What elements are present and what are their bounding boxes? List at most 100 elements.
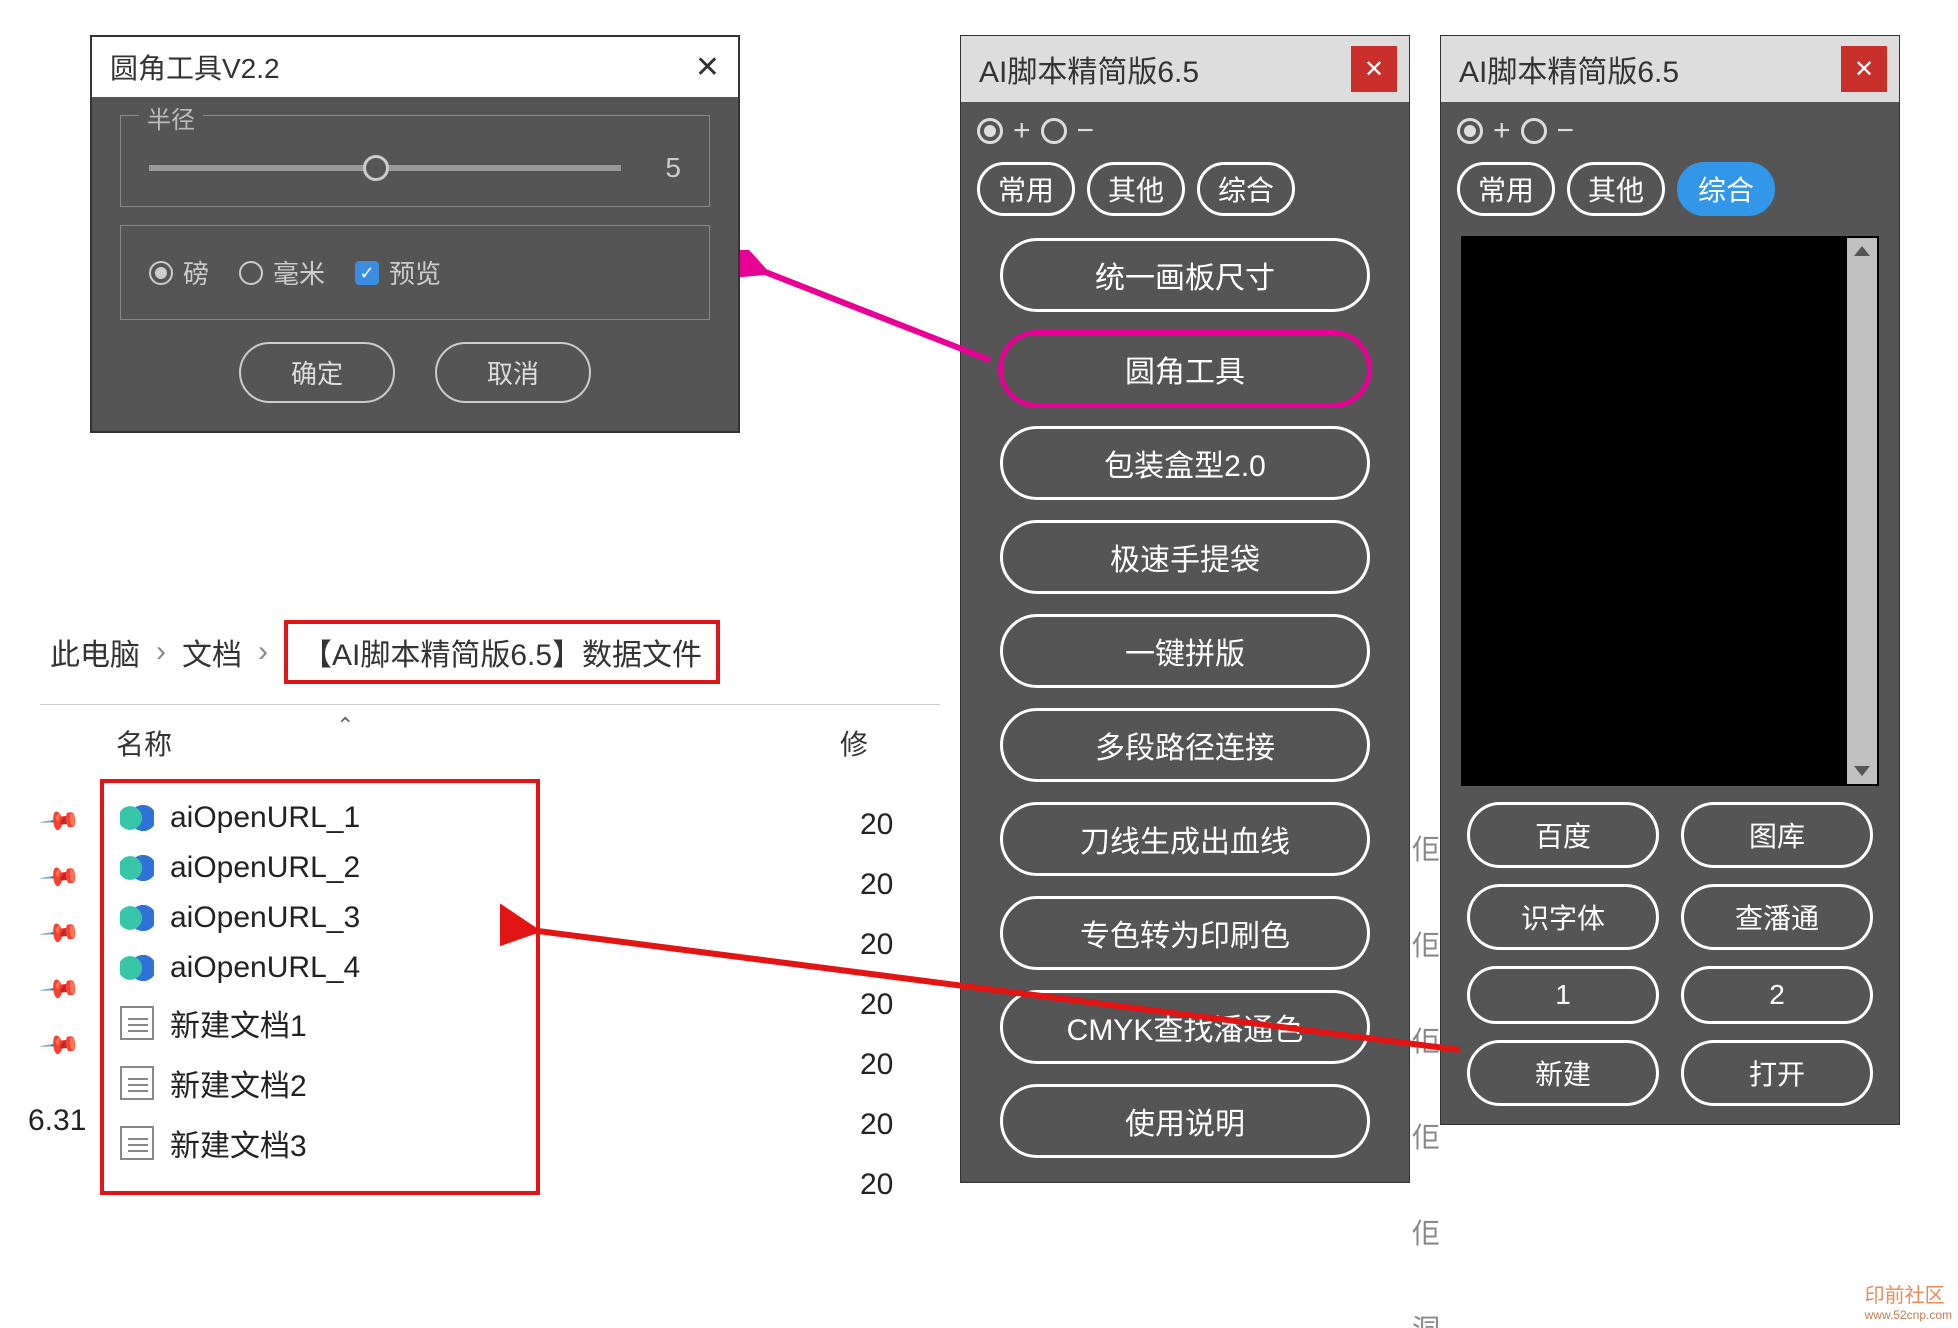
btn-open[interactable]: 打开 [1681,1040,1873,1106]
close-icon[interactable]: ✕ [695,50,720,85]
dialog-title: 圆角工具V2.2 [110,47,280,87]
slider-thumb[interactable] [363,155,389,181]
btn-pantone-lookup[interactable]: 查潘通 [1681,884,1873,950]
script-dieline-bleed[interactable]: 刀线生成出血线 [1000,802,1370,876]
checkbox-preview[interactable]: ✓ 预览 [355,254,441,291]
dialog-titlebar[interactable]: 圆角工具V2.2 ✕ [92,37,738,97]
radius-slider[interactable] [149,165,621,171]
panel-titlebar[interactable]: AI脚本精简版6.5 ✕ [961,36,1409,102]
quick-access-pins: 📌 📌 📌 📌 📌 [46,804,72,1054]
script-fast-bag[interactable]: 极速手提袋 [1000,520,1370,594]
mod-value: 20 [860,1168,893,1202]
tab-other[interactable]: 其他 [1567,162,1665,216]
document-icon [120,1006,154,1040]
panel-title: AI脚本精简版6.5 [979,47,1199,91]
radio-pound-label: 磅 [183,254,209,291]
watermark: 印前社区 www.52cnp.com [1865,1279,1952,1322]
file-explorer: 此电脑 › 文档 › 【AI脚本精简版6.5】数据文件 名称 ⌃ 修 aiOpe… [40,600,940,1195]
file-name: aiOpenURL_4 [170,951,360,985]
options-group: 磅 毫米 ✓ 预览 [120,225,710,320]
chevron-right-icon: › [258,635,268,669]
round-corner-dialog: 圆角工具V2.2 ✕ 半径 5 磅 毫米 [90,35,740,433]
document-icon [120,1066,154,1100]
file-name: aiOpenURL_3 [170,901,360,935]
btn-2[interactable]: 2 [1681,966,1873,1024]
col-modified[interactable]: 修 [840,723,920,763]
pin-icon[interactable]: 📌 [41,799,78,836]
script-box-type[interactable]: 包装盒型2.0 [1000,426,1370,500]
tab-other[interactable]: 其他 [1087,162,1185,216]
crumb-documents[interactable]: 文档 [182,630,242,674]
tab-common[interactable]: 常用 [1457,162,1555,216]
btn-new[interactable]: 新建 [1467,1040,1659,1106]
script-round-corner[interactable]: 圆角工具 [1000,332,1370,406]
mod-value: 20 [860,1108,893,1142]
tab-composite[interactable]: 综合 [1677,162,1775,216]
file-row[interactable]: 新建文档3 [118,1113,522,1173]
crumb-current-folder[interactable]: 【AI脚本精简版6.5】数据文件 [284,620,720,684]
file-list: aiOpenURL_1 aiOpenURL_2 aiOpenURL_3 aiOp… [100,779,540,1195]
tab-composite[interactable]: 综合 [1197,162,1295,216]
file-row[interactable]: aiOpenURL_1 [118,793,522,843]
file-name: 新建文档2 [170,1061,307,1105]
mod-value: 20 [860,1048,893,1082]
file-row[interactable]: 新建文档1 [118,993,522,1053]
watermark-url: www.52cnp.com [1865,1308,1952,1322]
radius-group: 半径 5 [120,115,710,207]
file-row[interactable]: aiOpenURL_4 [118,943,522,993]
breadcrumb: 此电脑 › 文档 › 【AI脚本精简版6.5】数据文件 [40,600,940,704]
toggle-minus-radio[interactable] [1521,118,1547,144]
radius-slider-row: 5 [149,138,681,184]
minus-label: − [1557,114,1575,148]
toggle-plus-radio[interactable] [977,118,1003,144]
script-multi-path-join[interactable]: 多段路径连接 [1000,708,1370,782]
file-row[interactable]: aiOpenURL_3 [118,893,522,943]
edge-shortcut-icon [120,801,154,835]
hint-char: 佢 [1412,1020,1440,1060]
ok-button[interactable]: 确定 [239,342,395,403]
tab-common[interactable]: 常用 [977,162,1075,216]
btn-1[interactable]: 1 [1467,966,1659,1024]
check-icon: ✓ [355,261,379,285]
radio-mm-label: 毫米 [273,254,325,291]
options-row: 磅 毫米 ✓ 预览 [149,248,681,297]
script-manual[interactable]: 使用说明 [1000,1084,1370,1158]
toggle-plus-radio[interactable] [1457,118,1483,144]
close-icon[interactable]: ✕ [1351,46,1397,92]
btn-gallery[interactable]: 图库 [1681,802,1873,868]
col-name-label: 名称 [116,729,172,760]
close-icon[interactable]: ✕ [1841,46,1887,92]
toggle-minus-radio[interactable] [1041,118,1067,144]
panel-titlebar[interactable]: AI脚本精简版6.5 ✕ [1441,36,1899,102]
script-spot-to-process[interactable]: 专色转为印刷色 [1000,896,1370,970]
script-unify-artboard[interactable]: 统一画板尺寸 [1000,238,1370,312]
hint-char: 佢 [1412,828,1440,868]
sidebar-item-fragment: 6.31 [28,1104,86,1138]
background-text-fragments: 佢 佢 佢 佢 佢 洞 [1412,828,1440,1328]
crumb-this-pc[interactable]: 此电脑 [50,630,140,674]
scrollbar[interactable] [1847,238,1877,784]
plus-label: + [1493,114,1511,148]
col-name[interactable]: 名称 ⌃ [116,723,840,763]
pin-icon[interactable]: 📌 [41,967,78,1004]
btn-font-detect[interactable]: 识字体 [1467,884,1659,950]
mod-value: 20 [860,808,893,842]
cancel-button[interactable]: 取消 [435,342,591,403]
pin-icon[interactable]: 📌 [41,855,78,892]
dialog-body: 半径 5 磅 毫米 ✓ 预览 [92,97,738,431]
ai-script-panel-2: AI脚本精简版6.5 ✕ + − 常用 其他 综合 百度 图库 识字体 查潘通 … [1440,35,1900,1125]
pin-icon[interactable]: 📌 [41,1023,78,1060]
checkbox-preview-label: 预览 [389,254,441,291]
list-area[interactable] [1461,236,1879,786]
script-cmyk-pantone[interactable]: CMYK查找潘通色 [1000,990,1370,1064]
pin-icon[interactable]: 📌 [41,911,78,948]
script-imposition[interactable]: 一键拼版 [1000,614,1370,688]
edge-shortcut-icon [120,951,154,985]
radio-pound[interactable]: 磅 [149,254,209,291]
file-row[interactable]: 新建文档2 [118,1053,522,1113]
file-name: aiOpenURL_2 [170,851,360,885]
file-row[interactable]: aiOpenURL_2 [118,843,522,893]
column-headers: 名称 ⌃ 修 [40,704,940,775]
btn-baidu[interactable]: 百度 [1467,802,1659,868]
radio-mm[interactable]: 毫米 [239,254,325,291]
